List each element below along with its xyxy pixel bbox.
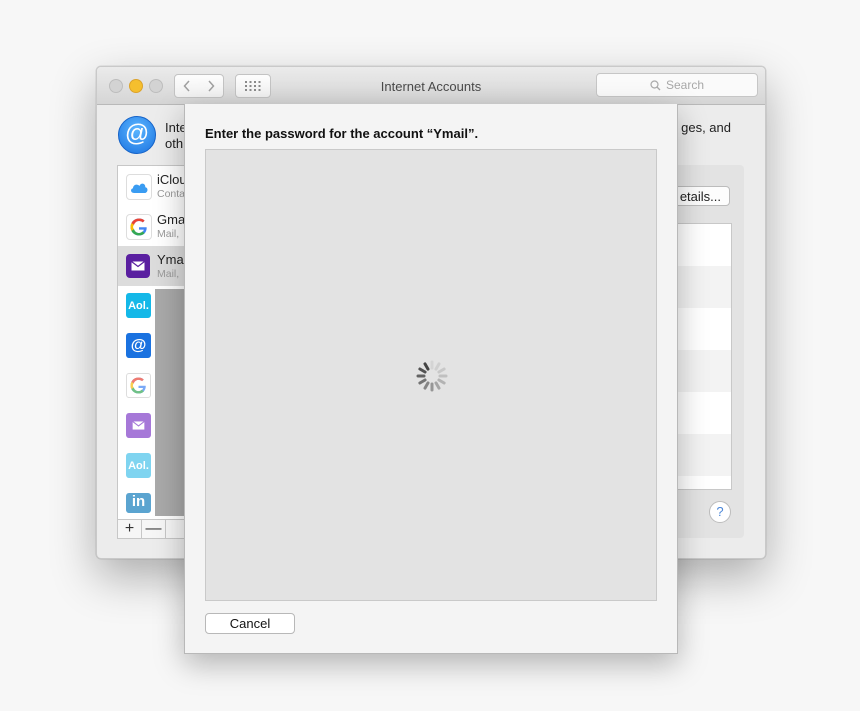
remove-account-button[interactable]: — bbox=[142, 520, 166, 538]
provider-name-area bbox=[155, 289, 185, 516]
account-services: Conta bbox=[157, 188, 186, 200]
help-button[interactable]: ? bbox=[709, 501, 731, 523]
title-bar: Internet Accounts Search bbox=[97, 67, 765, 105]
service-row bbox=[676, 392, 731, 434]
account-services: Mail, bbox=[157, 228, 180, 240]
account-name: Ymai bbox=[157, 252, 187, 267]
search-icon bbox=[650, 79, 661, 90]
service-row bbox=[676, 350, 731, 392]
header-text-line1-end: ges, and bbox=[681, 120, 731, 135]
service-list bbox=[675, 223, 732, 490]
cancel-button[interactable]: Cancel bbox=[205, 613, 295, 634]
google-icon bbox=[126, 214, 152, 240]
sheet-title: Enter the password for the account “Ymai… bbox=[205, 126, 479, 141]
service-row bbox=[676, 434, 731, 476]
aol-provider-icon[interactable]: Aol. bbox=[126, 453, 151, 478]
service-row bbox=[676, 224, 731, 266]
aol-icon[interactable]: Aol. bbox=[126, 293, 151, 318]
google-provider-icon[interactable] bbox=[126, 373, 151, 398]
add-account-button[interactable]: + bbox=[118, 520, 142, 538]
internet-accounts-at-icon: @ bbox=[118, 116, 156, 154]
icloud-icon bbox=[126, 174, 152, 200]
password-sheet: Enter the password for the account “Ymai… bbox=[184, 104, 678, 654]
other-account-at-icon[interactable]: @ bbox=[126, 333, 151, 358]
yahoo-mail-icon bbox=[126, 254, 150, 278]
service-row bbox=[676, 266, 731, 308]
sheet-content-area bbox=[205, 149, 657, 601]
account-services: Mail, bbox=[157, 268, 180, 280]
linkedin-icon[interactable]: in bbox=[126, 493, 151, 513]
account-name: iClou bbox=[157, 172, 187, 187]
service-row bbox=[676, 308, 731, 350]
loading-spinner-icon bbox=[416, 360, 448, 392]
header-text-line2: oth bbox=[165, 136, 184, 151]
search-field[interactable]: Search bbox=[596, 73, 758, 97]
yahoo-provider-icon[interactable] bbox=[126, 413, 151, 438]
search-placeholder: Search bbox=[665, 78, 705, 92]
